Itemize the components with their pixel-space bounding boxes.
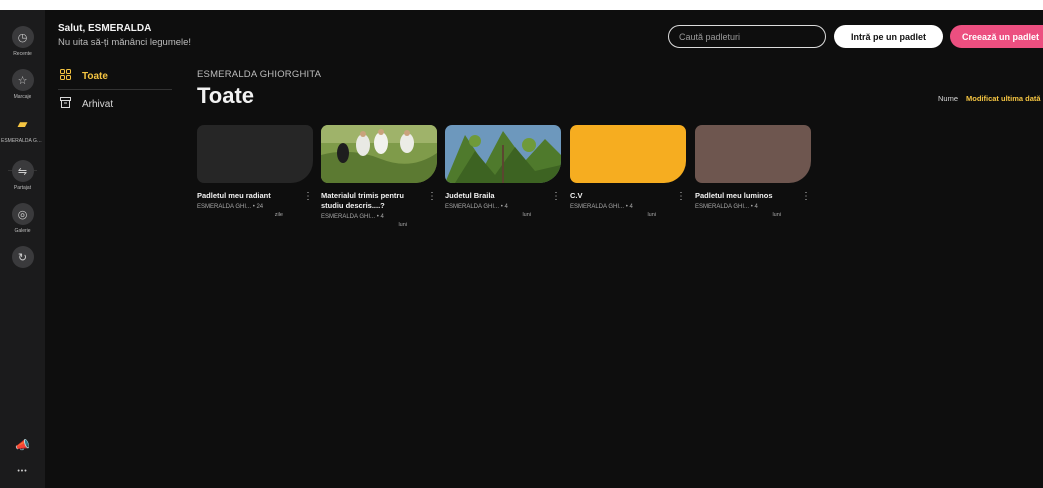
clock-icon: ◷ [11, 26, 34, 48]
card-age-unit: luni [647, 212, 656, 218]
gallery-icon: ◎ [11, 203, 34, 225]
greeting-subtitle: Nu uita să-ți mănânci legumele! [58, 37, 192, 48]
rail-label: Recente [13, 51, 32, 57]
rail-label: Partajat [13, 185, 32, 191]
add-icon: ↻ [11, 246, 34, 268]
card-menu-button[interactable]: ⋮ [801, 191, 811, 202]
card-author: ESMERALDA GHI... [197, 204, 252, 210]
megaphone-icon: 📣 [15, 438, 30, 452]
star-icon: ☆ [11, 69, 34, 91]
card-thumbnail [197, 125, 313, 183]
card-thumbnail [321, 125, 437, 183]
card-menu-button[interactable]: ⋮ [303, 191, 313, 202]
card-age-unit: luni [772, 212, 781, 218]
card-meta: ESMERALDA GHI... • 24 zile [197, 203, 292, 219]
rail-item-shared[interactable]: ⇋ Partajat [0, 160, 45, 191]
card-age: • 4 [500, 204, 508, 210]
padlet-card[interactable]: Padletul meu radiant ESMERALDA GHI... • … [197, 125, 313, 219]
card-thumbnail [445, 125, 561, 183]
rail-label: Galerie [14, 228, 31, 234]
folder-all[interactable]: Toate [58, 69, 108, 83]
more-icon: ••• [17, 468, 28, 475]
greeting-title: Salut, ESMERALDA [58, 23, 152, 34]
folder-icon: ▰ [17, 116, 28, 131]
card-age: • 4 [750, 204, 758, 210]
padlet-card[interactable]: Padletul meu luminos ESMERALDA GHI... • … [695, 125, 811, 219]
card-author: ESMERALDA GHI... [321, 214, 376, 220]
page-title: Toate [197, 83, 255, 108]
rail-label: Marcaje [13, 94, 32, 100]
card-age-unit: luni [522, 212, 531, 218]
grid-icon [58, 69, 72, 83]
sort-by-name[interactable]: Nume [938, 94, 958, 103]
card-author: ESMERALDA GHI... [445, 204, 500, 210]
owner-name: ESMERALDA GHIORGHITA [197, 69, 322, 80]
rail-item-recent[interactable]: ◷ Recente [0, 26, 45, 57]
card-age: • 4 [376, 214, 384, 220]
card-thumbnail [695, 125, 811, 183]
card-title: C.V [570, 191, 583, 200]
card-author: ESMERALDA GHI... [570, 204, 625, 210]
card-meta: ESMERALDA GHI... • 4 luni [570, 203, 665, 219]
card-meta: ESMERALDA GHI... • 4 luni [445, 203, 540, 219]
folder-archived[interactable]: Arhivat [58, 97, 113, 111]
rail-item-gallery[interactable]: ◎ Galerie [0, 203, 45, 234]
card-author: ESMERALDA GHI... [695, 204, 750, 210]
card-age-unit: luni [398, 222, 407, 228]
card-meta: ESMERALDA GHI... • 4 luni [695, 203, 790, 219]
sort-by-modified[interactable]: Modificat ultima dată [966, 94, 1041, 103]
greeting: Salut, ESMERALDA Nu uita să-ți mănânci l… [58, 23, 191, 48]
rail-label: ESMERALDA GHIORGHITA [1, 138, 44, 144]
folder-divider [58, 89, 172, 90]
card-menu-button[interactable]: ⋮ [551, 191, 561, 202]
card-title: Padletul meu radiant [197, 191, 271, 200]
card-age-unit: zile [274, 212, 283, 218]
create-padlet-button[interactable]: Creează un padlet [950, 25, 1043, 48]
card-title: Judetul Braila [445, 191, 495, 200]
padlet-dashboard: ◷ Recente ☆ Marcaje ▰ ESMERALDA GHIORGHI… [0, 10, 1043, 488]
card-thumbnail [570, 125, 686, 183]
card-menu-button[interactable]: ⋮ [427, 191, 437, 202]
rail-item-add[interactable]: ↻ [0, 246, 45, 268]
sort-controls: Nume Modificat ultima dată [938, 94, 1041, 103]
announcements-button[interactable]: 📣 [0, 438, 45, 452]
card-title: Padletul meu luminos [695, 191, 773, 200]
card-age: • 24 [252, 204, 264, 210]
search-input[interactable] [668, 25, 826, 48]
rail-item-bookmarks[interactable]: ☆ Marcaje [0, 69, 45, 100]
folder-label: Toate [82, 70, 108, 82]
more-button[interactable]: ••• [0, 468, 45, 475]
padlet-card[interactable]: Judetul Braila ESMERALDA GHI... • 4 luni… [445, 125, 561, 219]
share-icon: ⇋ [11, 160, 34, 182]
padlet-card[interactable]: C.V ESMERALDA GHI... • 4 luni ⋮ [570, 125, 686, 219]
join-padlet-button[interactable]: Intră pe un padlet [834, 25, 943, 48]
card-age: • 4 [625, 204, 633, 210]
left-rail: ◷ Recente ☆ Marcaje ▰ ESMERALDA GHIORGHI… [0, 10, 45, 488]
card-title: Materialul trimis pentru studiu descris.… [321, 191, 404, 210]
card-meta: ESMERALDA GHI... • 4 luni [321, 213, 416, 229]
archive-icon [58, 97, 72, 111]
rail-item-owner-folder[interactable]: ▰ ESMERALDA GHIORGHITA [0, 113, 45, 144]
padlet-card[interactable]: Materialul trimis pentru studiu descris.… [321, 125, 437, 229]
card-menu-button[interactable]: ⋮ [676, 191, 686, 202]
folder-label: Arhivat [82, 98, 114, 110]
